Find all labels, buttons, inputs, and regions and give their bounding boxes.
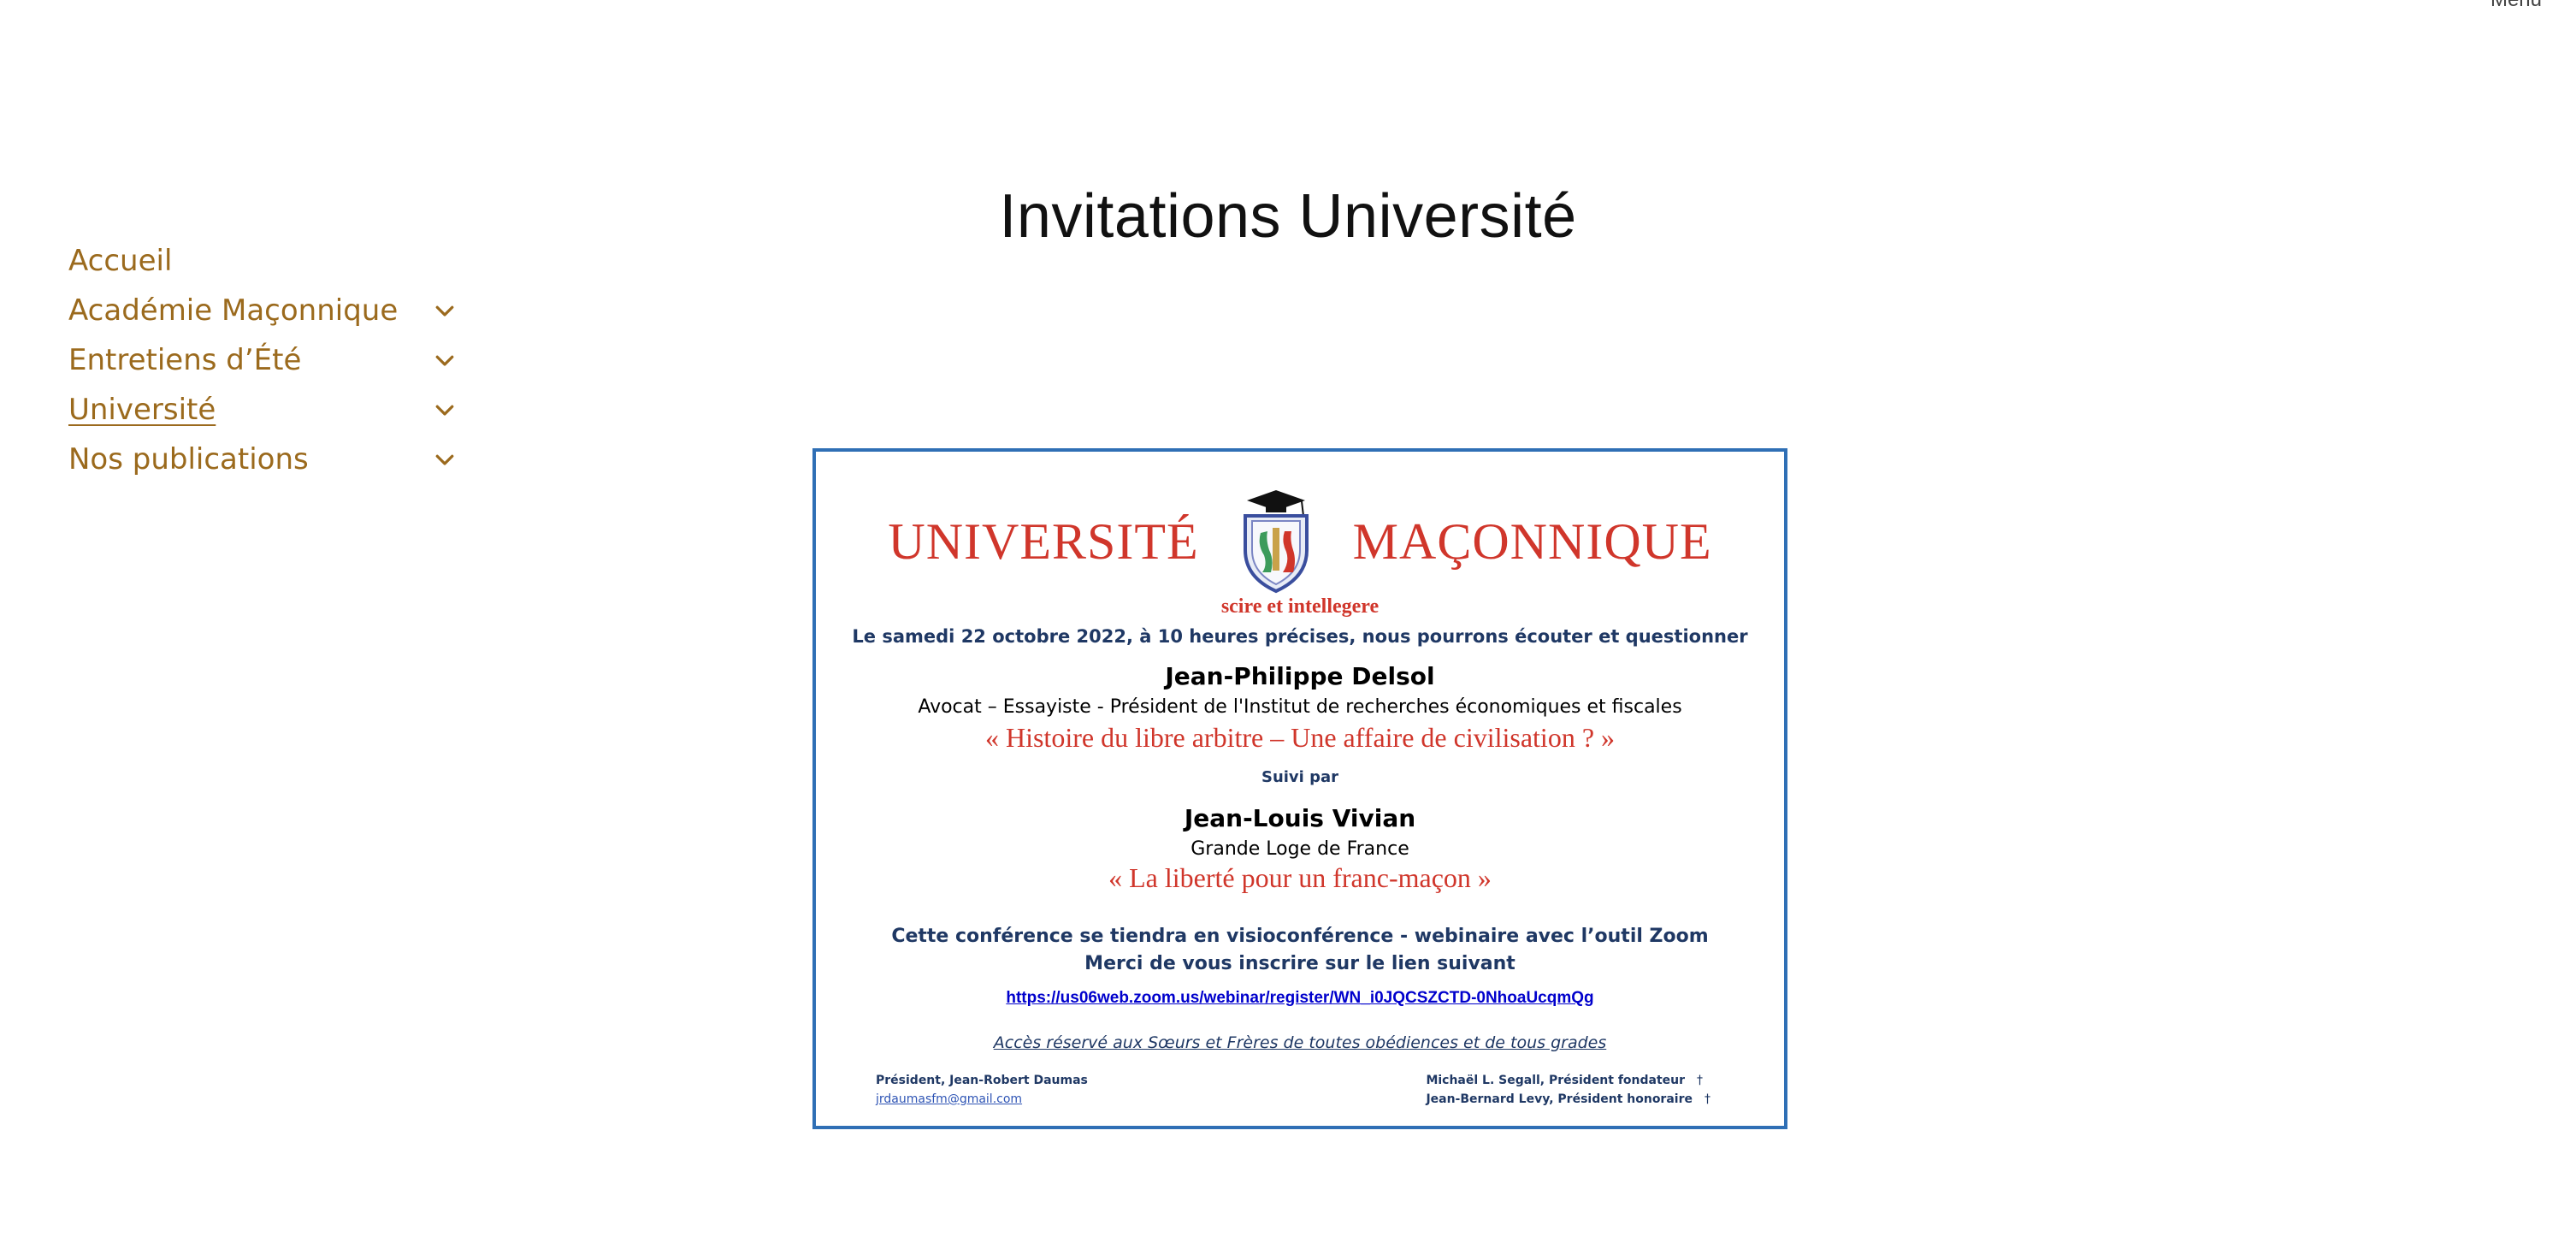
nav-item-entretiens-d-ete[interactable]: Entretiens d’Été [68,335,462,385]
header-word-universite: UNIVERSITÉ [888,512,1199,570]
chevron-down-icon[interactable] [428,393,462,427]
speaker-2-name: Jean-Louis Vivian [1184,804,1416,832]
nav-label-nos-publications[interactable]: Nos publications [68,442,309,476]
invitation-header: UNIVERSITÉ MAÇONNIQUE [816,486,1784,597]
header-word-maconnique: MAÇONNIQUE [1352,512,1712,570]
invitation-image: UNIVERSITÉ MAÇONNIQUE scire et intellege… [812,448,1787,1129]
university-crest-icon [1233,488,1319,595]
cross-symbol: † [1697,1074,1704,1087]
talk-2-title: « La liberté pour un franc-maçon » [1108,862,1492,893]
menu-toggle-button[interactable]: Menu [2490,0,2542,12]
speaker-1-name: Jean-Philippe Delsol [1165,662,1435,690]
page-title: Invitations Université [999,182,1577,251]
nav-item-universite[interactable]: Université [68,385,462,435]
access-note: Accès réservé aux Sœurs et Frères de tou… [993,1033,1607,1052]
conference-line-1: Cette conférence se tiendra en visioconf… [891,926,1709,947]
followed-by: Suivi par [1261,768,1339,786]
nav-item-academie-maconnique[interactable]: Académie Maçonnique [68,286,462,335]
chevron-down-icon[interactable] [428,442,462,476]
chevron-down-icon[interactable] [428,293,462,328]
footer-right: Michaël L. Segall, Président fondateur † … [1426,1071,1710,1109]
talk-1-title: « Histoire du libre arbitre – Une affair… [984,722,1616,753]
nav-label-entretiens-d-ete[interactable]: Entretiens d’Été [68,343,301,377]
footer-honorary: Jean-Bernard Levy, Président honoraire [1426,1092,1693,1106]
footer-email: jrdaumasfm@gmail.com [876,1092,1023,1106]
motto: scire et intellegere [1220,595,1380,618]
nav-item-nos-publications[interactable]: Nos publications [68,435,462,484]
conference-line-2: Merci de vous inscrire sur le lien suiva… [1084,953,1515,974]
cross-symbol: † [1705,1092,1710,1106]
footer-left: Président, Jean-Robert Daumas jrdaumasfm… [876,1071,1088,1109]
zoom-registration-link: https://us06web.zoom.us/webinar/register… [1006,989,1594,1007]
footer-founder: Michaël L. Segall, Président fondateur [1426,1074,1686,1087]
chevron-down-icon[interactable] [428,343,462,377]
nav-label-academie-maconnique[interactable]: Académie Maçonnique [68,293,398,328]
nav-label-universite[interactable]: Université [68,393,216,427]
speaker-2-role: Grande Loge de France [1191,838,1409,860]
main-navigation: Accueil Académie Maçonnique Entretiens d… [68,236,462,484]
date-line: Le samedi 22 octobre 2022, à 10 heures p… [852,626,1748,647]
speaker-1-role: Avocat – Essayiste - Président de l'Inst… [918,696,1682,718]
footer-president: Président, Jean-Robert Daumas [876,1074,1088,1087]
